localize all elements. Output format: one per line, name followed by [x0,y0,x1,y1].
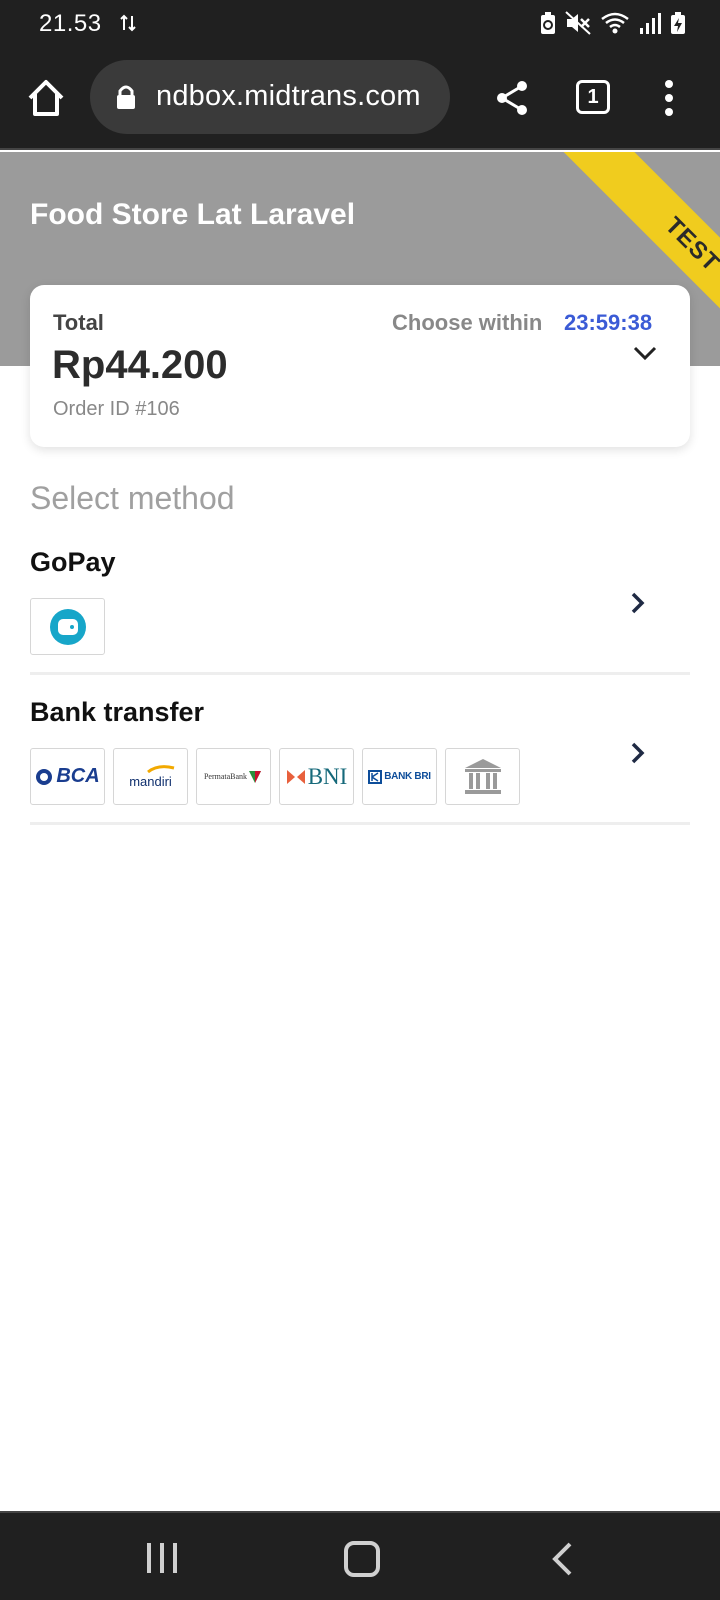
back-icon[interactable] [550,1541,574,1577]
bri-logo-text: BANK BRI [384,771,431,782]
chevron-down-icon[interactable] [632,345,658,361]
address-bar[interactable]: ndbox.midtrans.com [90,60,450,134]
bank-building-icon [445,748,520,805]
status-time: 21.53 [39,10,102,37]
bni-logo: BNI [279,748,354,805]
countdown-timer: 23:59:38 [564,310,653,335]
battery-saver-icon [541,12,555,34]
bank-logos: BCA mandiri PermataBank BNI BANK BRI [30,748,520,805]
mute-icon [565,11,591,35]
recents-icon[interactable] [145,1541,179,1575]
home-icon[interactable] [24,76,68,120]
payment-method-bank-transfer[interactable]: Bank transfer BCA mandiri PermataBank BN… [30,693,690,825]
bca-logo-text: BCA [56,765,100,787]
choose-within-label: Choose within [392,310,543,335]
store-name: Food Store Lat Laravel [30,198,356,231]
more-vert-icon[interactable] [654,76,684,120]
total-amount: Rp44.200 [52,343,228,387]
share-icon[interactable] [490,76,534,120]
battery-charging-icon [671,12,685,34]
mandiri-logo: mandiri [113,748,188,805]
wallet-icon [49,608,86,645]
gopay-logos [30,598,105,655]
gopay-logo [30,598,105,655]
tabs-icon[interactable]: 1 [576,80,610,114]
order-summary-card[interactable]: Total Choose within 23:59:38 Rp44.200 Or… [30,285,690,447]
status-bar: 21.53 [0,0,720,46]
method-title: Bank transfer [30,697,205,727]
total-label: Total [53,310,104,335]
wifi-icon [601,12,629,34]
payment-method-gopay[interactable]: GoPay [30,543,690,675]
nav-home-icon[interactable] [344,1541,380,1577]
signal-icon [640,13,661,34]
data-arrows-icon [120,14,136,32]
mandiri-logo-text: mandiri [129,774,172,789]
status-icons [540,10,686,36]
order-id: Order ID #106 [53,398,180,420]
bri-logo: BANK BRI [362,748,437,805]
chevron-right-icon[interactable] [628,741,648,765]
url-text: ndbox.midtrans.com [156,80,421,112]
select-method-heading: Select method [30,480,235,516]
method-title: GoPay [30,547,116,577]
browser-toolbar: ndbox.midtrans.com 1 [0,46,720,150]
bca-logo: BCA [30,748,105,805]
permata-logo-text: PermataBank [203,772,248,781]
system-nav-bar [0,1511,720,1600]
permata-logo: PermataBank [196,748,271,805]
chevron-right-icon[interactable] [628,591,648,615]
bni-logo-text: BNI [307,763,348,789]
lock-icon [117,85,135,109]
